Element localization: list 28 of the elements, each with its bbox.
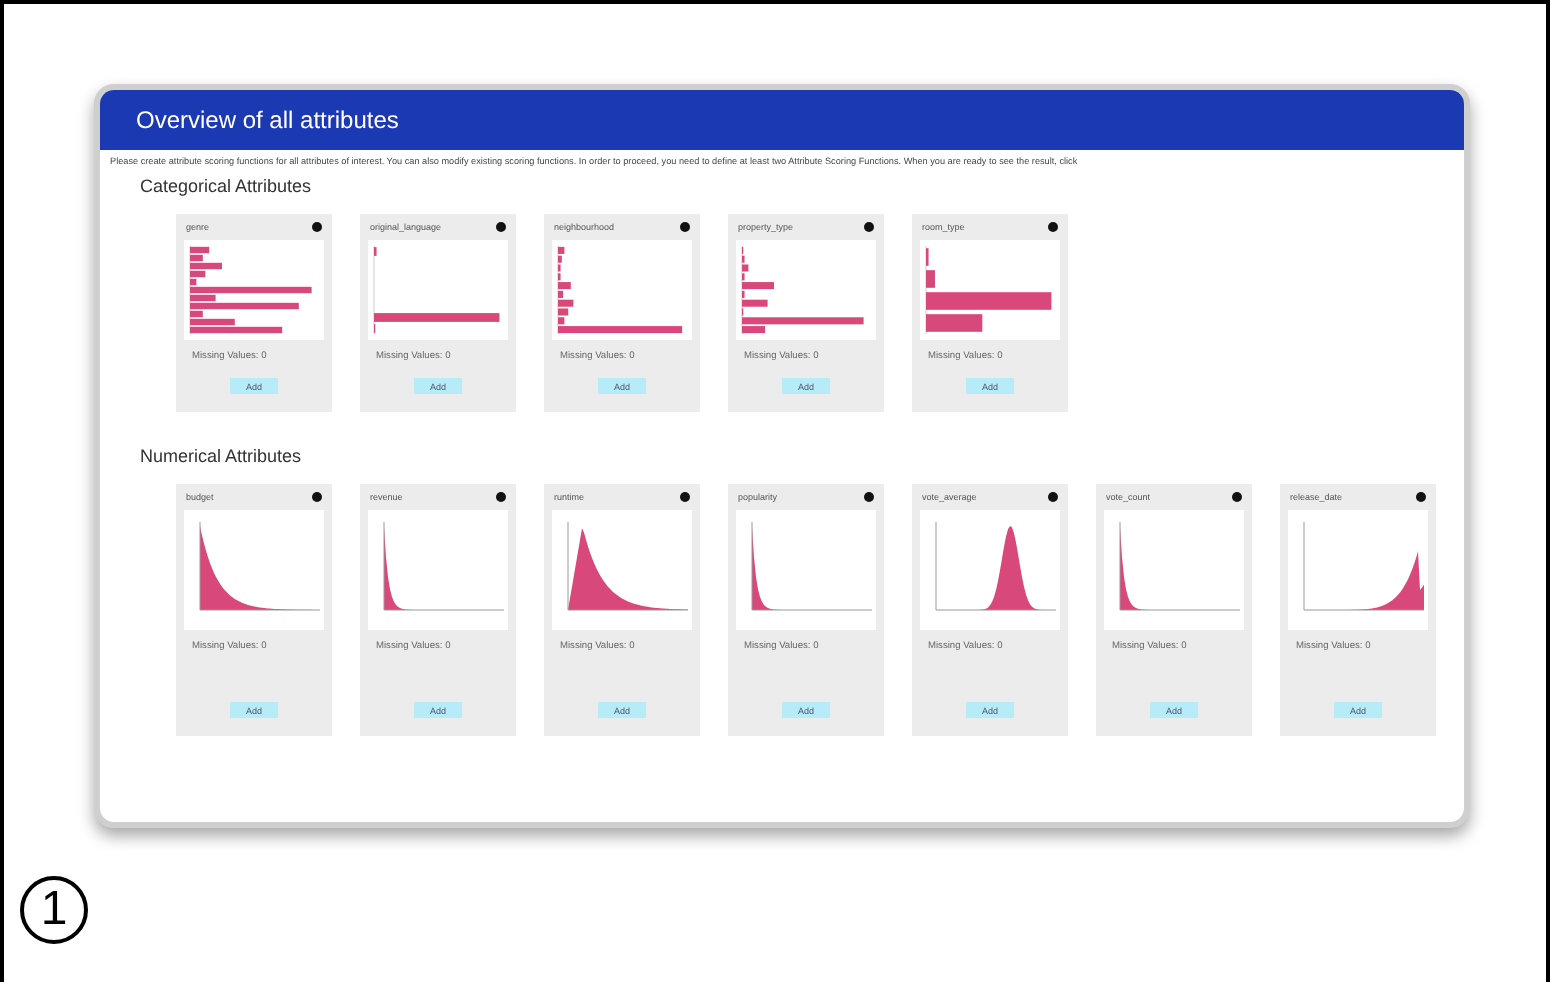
histogram-drawing: [1288, 510, 1428, 630]
histogram-drawing: [184, 510, 324, 630]
section-heading: Categorical Attributes: [138, 174, 314, 196]
histogram-drawing: [368, 510, 508, 630]
bar-chart-drawing: [920, 240, 1060, 340]
histogram-drawing: [736, 510, 876, 630]
bar-chart-drawing: [184, 240, 324, 340]
figure-number: 1: [20, 876, 88, 944]
dot-icon[interactable]: [496, 492, 506, 502]
dot-icon[interactable]: [1232, 492, 1242, 502]
dot-icon[interactable]: [312, 492, 322, 502]
dot-icon[interactable]: [864, 222, 874, 232]
dot-icon[interactable]: [1048, 492, 1058, 502]
page-title: Overview of all attributes: [136, 106, 399, 134]
dot-icon[interactable]: [1416, 492, 1426, 502]
histogram-drawing: [552, 510, 692, 630]
dot-icon[interactable]: [680, 222, 690, 232]
dot-icon[interactable]: [864, 492, 874, 502]
bar-chart-drawing: [736, 240, 876, 340]
histogram-drawing: [1104, 510, 1244, 630]
bar-chart-drawing: [552, 240, 692, 340]
dot-icon[interactable]: [312, 222, 322, 232]
histogram-drawing: [920, 510, 1060, 630]
dot-icon[interactable]: [1048, 222, 1058, 232]
section-heading: Numerical Attributes: [138, 444, 304, 466]
dot-icon[interactable]: [680, 492, 690, 502]
bar-chart-drawing: [368, 240, 508, 340]
dot-icon[interactable]: [496, 222, 506, 232]
